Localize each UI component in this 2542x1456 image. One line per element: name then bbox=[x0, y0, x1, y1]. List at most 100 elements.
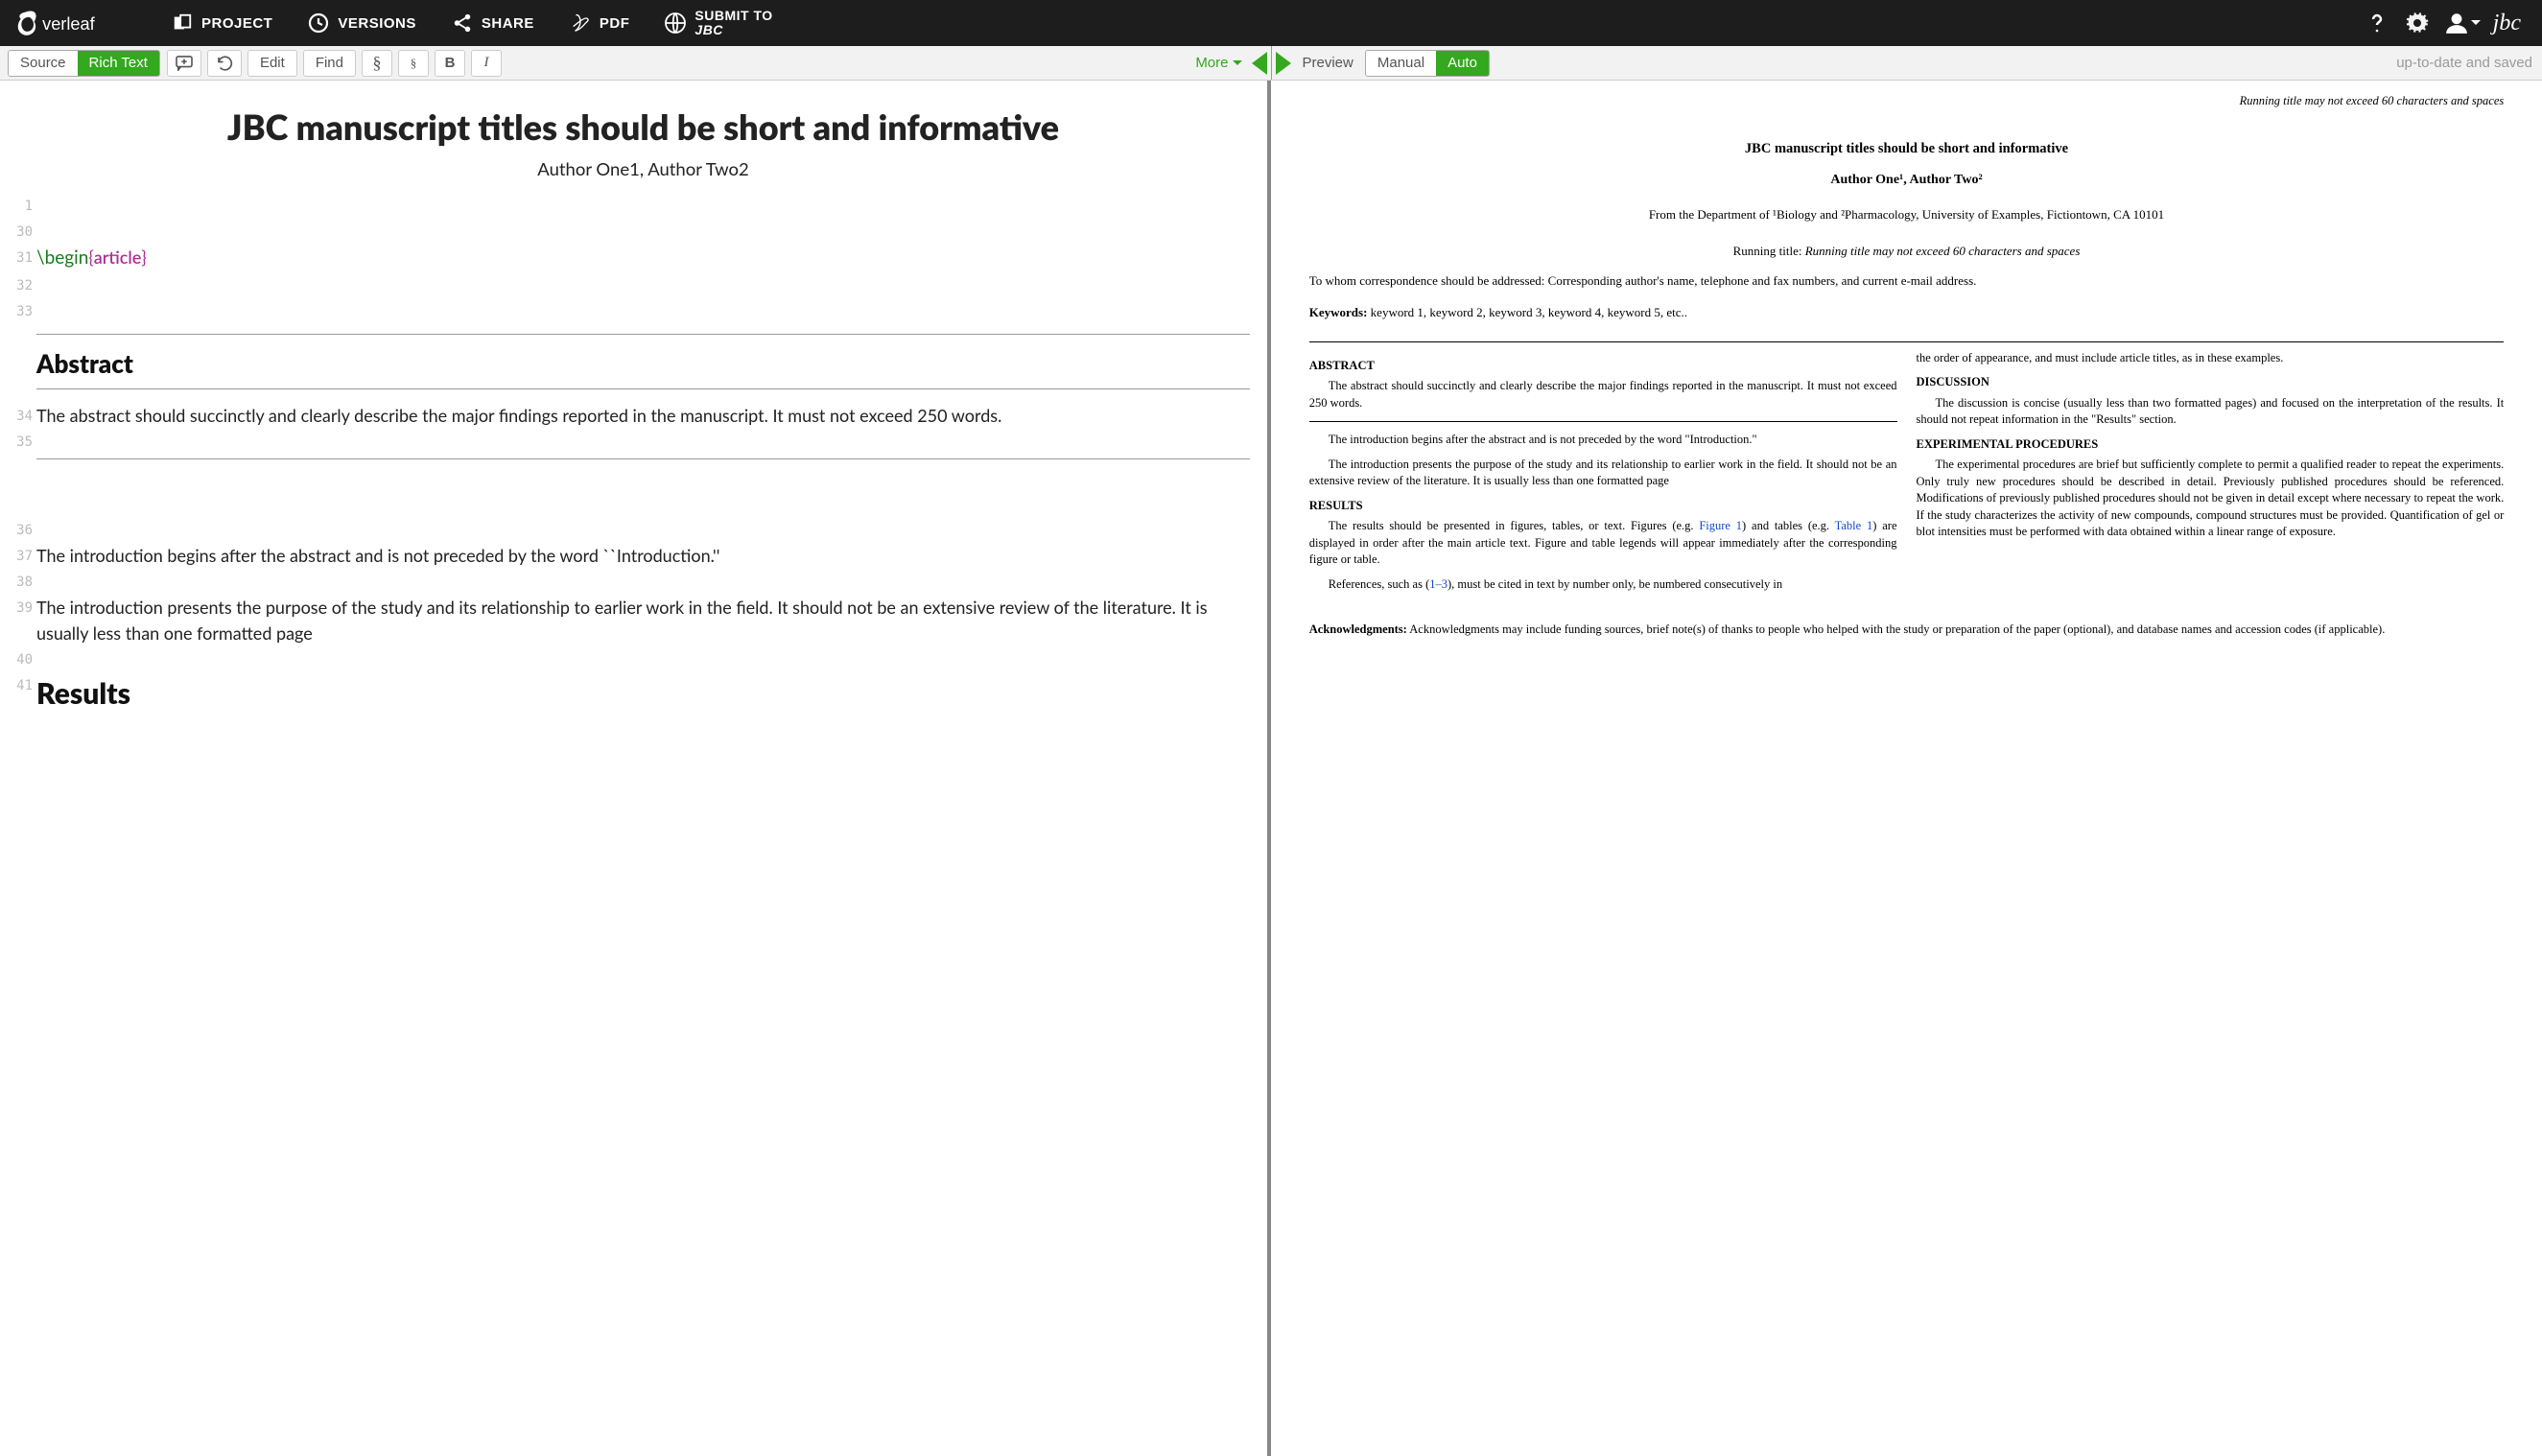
pdf-p: The experimental procedures are brief bu… bbox=[1917, 457, 2505, 541]
nav-versions[interactable]: VERSIONS bbox=[290, 0, 434, 46]
editor-toolbar: Source Rich Text Edit Find § § B I More bbox=[0, 46, 1271, 80]
pdf-h-experimental: EXPERIMENTAL PROCEDURES bbox=[1917, 436, 2505, 454]
edit-menu-button[interactable]: Edit bbox=[247, 50, 297, 77]
pdf-ref-figure: Figure 1 bbox=[1699, 519, 1742, 532]
section-rule bbox=[36, 334, 1250, 335]
more-label: More bbox=[1195, 55, 1228, 71]
line-number: 40 bbox=[4, 650, 33, 670]
line-number: 38 bbox=[4, 573, 33, 593]
pdf-icon bbox=[569, 12, 592, 35]
collapse-editor-button[interactable] bbox=[1252, 52, 1267, 75]
line-number: 30 bbox=[4, 223, 33, 243]
pdf-affiliation: From the Department of ¹Biology and ²Pha… bbox=[1309, 207, 2505, 223]
svg-text:verleaf: verleaf bbox=[42, 14, 96, 34]
line-number: 31 bbox=[4, 248, 33, 269]
collapse-preview-button[interactable] bbox=[1276, 52, 1291, 75]
nav-project-label: PROJECT bbox=[201, 15, 272, 32]
toolbar-row: Source Rich Text Edit Find § § B I More … bbox=[0, 46, 2542, 81]
pdf-keywords: Keywords: keyword 1, keyword 2, keyword … bbox=[1309, 305, 2505, 320]
pdf-columns: ABSTRACT The abstract should succinctly … bbox=[1309, 350, 2505, 601]
section-rule bbox=[36, 388, 1250, 389]
pdf-p: The results should be presented in figur… bbox=[1309, 518, 1897, 569]
pdf-preview-pane[interactable]: Running title may not exceed 60 characte… bbox=[1271, 81, 2542, 1456]
nav-submit[interactable]: SUBMIT TO JBC bbox=[647, 0, 789, 46]
settings-button[interactable] bbox=[2397, 0, 2437, 46]
pdf-page: Running title may not exceed 60 characte… bbox=[1309, 94, 2505, 639]
more-menu[interactable]: More bbox=[1189, 55, 1247, 71]
pdf-p: The introduction begins after the abstra… bbox=[1309, 432, 1897, 449]
source-mode-button[interactable]: Source bbox=[9, 51, 78, 76]
pdf-h-results: RESULTS bbox=[1309, 498, 1897, 515]
preview-toolbar: Preview Manual Auto up-to-date and saved bbox=[1272, 46, 2542, 80]
manual-compile-button[interactable]: Manual bbox=[1366, 51, 1436, 76]
line-number: 32 bbox=[4, 276, 33, 296]
find-button[interactable]: Find bbox=[303, 50, 356, 77]
account-menu[interactable] bbox=[2437, 0, 2487, 46]
line-number: 34 bbox=[4, 407, 33, 427]
editor-text[interactable]: The abstract should succinctly and clear… bbox=[36, 405, 1001, 426]
line-number: 41 bbox=[4, 676, 33, 696]
pdf-authors: Author One¹, Author Two² bbox=[1309, 173, 2505, 188]
section-heading-results[interactable]: Results bbox=[36, 676, 130, 711]
nav-versions-label: VERSIONS bbox=[338, 15, 416, 32]
editor-title[interactable]: JBC manuscript titles should be short an… bbox=[36, 106, 1250, 149]
editor-text[interactable]: The introduction begins after the abstra… bbox=[36, 545, 719, 566]
history-icon bbox=[307, 12, 330, 35]
help-button[interactable] bbox=[2357, 0, 2397, 46]
compile-mode-segment: Manual Auto bbox=[1365, 50, 1490, 77]
pdf-ref-citation: 1–3 bbox=[1429, 577, 1448, 591]
line-number: 35 bbox=[4, 433, 33, 453]
section-button[interactable]: § bbox=[362, 50, 392, 77]
globe-icon bbox=[664, 12, 687, 35]
pdf-p: The discussion is concise (usually less … bbox=[1917, 395, 2505, 429]
line-number: 36 bbox=[4, 521, 33, 541]
tex-begin[interactable]: \begin bbox=[36, 247, 88, 269]
pdf-correspondence: To whom correspondence should be address… bbox=[1309, 272, 2505, 290]
pdf-rule bbox=[1309, 421, 1897, 422]
editor-pane[interactable]: JBC manuscript titles should be short an… bbox=[0, 81, 1271, 1456]
top-navbar: verleaf PROJECT VERSIONS SHARE PDF bbox=[0, 0, 2542, 46]
project-icon bbox=[171, 12, 194, 35]
preview-label: Preview bbox=[1295, 55, 1361, 71]
nav-submit-l1: SUBMIT TO bbox=[694, 9, 772, 23]
pdf-title: JBC manuscript titles should be short an… bbox=[1309, 141, 2505, 157]
auto-compile-button[interactable]: Auto bbox=[1436, 51, 1489, 76]
nav-submit-l2: JBC bbox=[694, 23, 772, 37]
pdf-h-discussion: DISCUSSION bbox=[1917, 374, 2505, 391]
save-status: up-to-date and saved bbox=[2396, 55, 2532, 71]
caret-down-icon bbox=[1233, 59, 1242, 68]
editor-text[interactable]: The introduction presents the purpose of… bbox=[36, 597, 1208, 644]
line-number: 37 bbox=[4, 547, 33, 567]
editor-mode-segment: Source Rich Text bbox=[8, 50, 160, 77]
pdf-col-right: the order of appearance, and must includ… bbox=[1917, 350, 2505, 601]
pdf-h-abstract: ABSTRACT bbox=[1309, 358, 1897, 375]
pdf-col-left: ABSTRACT The abstract should succinctly … bbox=[1309, 350, 1897, 601]
pdf-p: References, such as (1–3), must be cited… bbox=[1309, 576, 1897, 594]
richtext-mode-button[interactable]: Rich Text bbox=[78, 51, 159, 76]
tex-env[interactable]: article bbox=[94, 247, 142, 268]
workspace: JBC manuscript titles should be short an… bbox=[0, 81, 2542, 1456]
nav-share[interactable]: SHARE bbox=[434, 0, 552, 46]
pdf-p: The abstract should succinctly and clear… bbox=[1309, 378, 1897, 411]
add-comment-button[interactable] bbox=[167, 50, 201, 77]
italic-button[interactable]: I bbox=[471, 50, 502, 77]
bold-button[interactable]: B bbox=[435, 50, 465, 77]
pdf-p: the order of appearance, and must includ… bbox=[1917, 350, 2505, 367]
section-heading-abstract[interactable]: Abstract bbox=[36, 348, 1250, 379]
nav-share-label: SHARE bbox=[482, 15, 534, 32]
editor-authors[interactable]: Author One1, Author Two2 bbox=[36, 158, 1250, 179]
section-rule bbox=[36, 458, 1250, 459]
subsection-button[interactable]: § bbox=[398, 50, 429, 77]
line-number: 33 bbox=[4, 302, 33, 322]
journal-brand-link[interactable]: jbc bbox=[2487, 11, 2532, 36]
pdf-acknowledgments: Acknowledgments: Acknowledgments may inc… bbox=[1309, 622, 2505, 639]
pdf-ref-table: Table 1 bbox=[1835, 519, 1873, 532]
pdf-running-header: Running title may not exceed 60 characte… bbox=[1309, 94, 2505, 108]
pdf-rule bbox=[1309, 341, 2505, 342]
pdf-p: The introduction presents the purpose of… bbox=[1309, 457, 1897, 490]
nav-project[interactable]: PROJECT bbox=[153, 0, 290, 46]
nav-pdf-label: PDF bbox=[600, 15, 630, 32]
overleaf-logo[interactable]: verleaf bbox=[0, 0, 153, 46]
undo-history-button[interactable] bbox=[207, 50, 242, 77]
nav-pdf[interactable]: PDF bbox=[552, 0, 647, 46]
